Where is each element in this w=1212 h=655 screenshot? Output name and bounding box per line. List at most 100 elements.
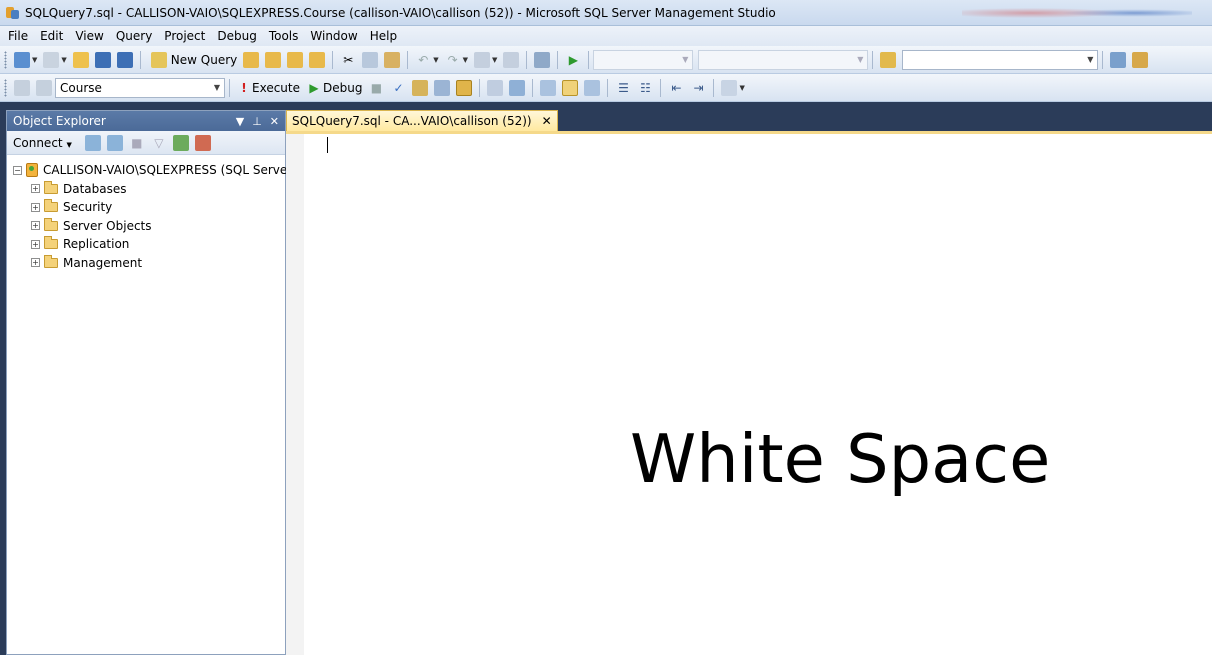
results-to-text-icon[interactable] [540,79,557,96]
chevron-down-icon[interactable]: ▼ [61,56,66,64]
start-debugging-icon[interactable]: ▶ [565,52,581,68]
connect-object-explorer-icon[interactable] [84,134,101,151]
navigate-backward-icon[interactable] [474,51,491,68]
menu-view[interactable]: View [69,29,109,43]
add-item-icon[interactable] [43,51,60,68]
results-to-grid-icon[interactable] [562,79,579,96]
connect-dropdown[interactable]: Connect ▼ [13,136,72,150]
include-actual-plan-icon[interactable] [509,79,526,96]
debug-button[interactable]: ▶ Debug [306,80,362,96]
chevron-down-icon[interactable]: ▼ [32,56,37,64]
query-designer-icon[interactable] [434,79,451,96]
open-file-icon[interactable] [72,51,89,68]
object-explorer-icon[interactable] [1110,51,1127,68]
toolbar-separator [229,78,230,97]
tree-node-label: Management [63,255,143,270]
solution-platforms-combo[interactable]: ▼ [698,49,869,70]
chevron-down-icon[interactable]: ▼ [463,56,468,64]
connect-label: Connect [13,135,63,150]
chevron-down-icon[interactable]: ▼ [433,56,438,64]
menu-tools[interactable]: Tools [263,29,305,43]
copy-icon[interactable] [362,51,379,68]
increase-indent-icon[interactable]: ⇥ [690,80,706,96]
save-all-icon[interactable] [116,51,133,68]
refresh-icon[interactable] [172,134,189,151]
cut-icon[interactable]: ✂ [340,52,356,68]
decrease-indent-icon[interactable]: ⇤ [668,80,684,96]
query-editor[interactable]: White Space [286,134,1212,655]
specify-template-values-icon[interactable] [721,79,738,96]
analysis-query-icon[interactable] [265,51,282,68]
menu-debug[interactable]: Debug [211,29,262,43]
change-connection-icon[interactable] [36,79,52,96]
toolbar-grip[interactable] [4,50,7,69]
expand-icon[interactable]: + [31,202,40,212]
activity-icon[interactable] [194,134,211,151]
uncomment-lines-icon[interactable]: ☷ [637,80,653,96]
properties-icon[interactable] [1132,51,1149,68]
tree-node-security[interactable]: + Security [13,198,285,217]
chevron-down-icon[interactable]: ▼ [739,84,744,92]
redo-icon[interactable]: ↷ [445,52,461,68]
close-icon[interactable]: ✕ [270,115,279,128]
window-title: SQLQuery7.sql - CALLISON-VAIO\SQLEXPRESS… [25,5,776,20]
display-estimated-plan-icon[interactable] [412,79,429,96]
parse-check-icon[interactable]: ✓ [390,80,406,96]
navigate-forward-icon[interactable] [503,51,520,68]
debug-label: Debug [323,80,363,95]
cancel-query-icon[interactable]: ■ [368,80,384,96]
results-to-file-output-icon[interactable] [584,79,601,96]
chevron-down-icon[interactable]: ▼ [492,56,497,64]
stop-icon[interactable]: ■ [129,135,145,151]
disconnect-icon[interactable] [106,134,123,151]
activity-monitor-icon[interactable] [534,51,551,68]
filter-icon[interactable]: ▽ [151,135,167,151]
execute-button[interactable]: ! Execute [237,80,300,96]
paste-icon[interactable] [384,51,401,68]
tree-node-server-objects[interactable]: + Server Objects [13,217,285,236]
solution-configurations-combo[interactable]: ▼ [593,49,694,70]
menu-query[interactable]: Query [110,29,158,43]
undo-icon[interactable]: ↶ [415,52,431,68]
window-position-icon[interactable]: ▼ [236,115,244,128]
tree-node-databases[interactable]: + Databases [13,180,285,199]
collapse-icon[interactable]: − [13,165,22,175]
tree-node-server[interactable]: − CALLISON-VAIO\SQLEXPRESS (SQL Serve [13,161,287,180]
new-project-icon[interactable] [14,51,30,68]
expand-icon[interactable]: + [31,258,40,268]
results-to-file-icon[interactable] [456,79,473,96]
close-icon[interactable]: ✕ [542,114,552,128]
object-explorer-toolbar: Connect ▼ ■ ▽ [7,131,285,155]
find-in-files-icon[interactable] [880,51,897,68]
mdx-query-icon[interactable] [287,51,304,68]
connect-icon[interactable] [14,79,30,96]
toolbar-grip[interactable] [4,78,7,97]
menu-help[interactable]: Help [364,29,403,43]
pin-icon[interactable]: ⊥ [252,115,262,128]
folder-icon [44,217,58,231]
menu-project[interactable]: Project [158,29,211,43]
tree-node-label: Replication [63,237,130,252]
toolbar-separator [332,50,334,69]
menu-edit[interactable]: Edit [34,29,69,43]
tree-node-management[interactable]: + Management [13,254,285,273]
object-explorer-panel: Object Explorer ▼ ⊥ ✕ Connect ▼ ■ ▽ − CA… [6,110,287,655]
new-query-button[interactable]: New Query [148,51,237,68]
expand-icon[interactable]: + [31,184,40,194]
expand-icon[interactable]: + [31,221,40,231]
folder-icon [44,180,58,194]
expand-icon[interactable]: + [31,239,40,249]
comment-lines-icon[interactable]: ☰ [615,80,631,96]
ssms-app-icon [5,5,20,20]
database-engine-query-icon[interactable] [243,51,260,68]
tab-sqlquery7[interactable]: SQLQuery7.sql - CA...VAIO\callison (52))… [286,110,558,131]
find-combo[interactable]: ▼ [902,49,1099,70]
xmla-query-icon[interactable] [309,51,326,68]
intellisense-icon[interactable] [487,79,504,96]
tree-node-replication[interactable]: + Replication [13,235,285,254]
menu-file[interactable]: File [2,29,34,43]
available-databases-combo[interactable]: Course ▼ [55,77,225,98]
menu-window[interactable]: Window [304,29,363,43]
chevron-down-icon: ▼ [1087,55,1094,64]
save-icon[interactable] [94,51,111,68]
